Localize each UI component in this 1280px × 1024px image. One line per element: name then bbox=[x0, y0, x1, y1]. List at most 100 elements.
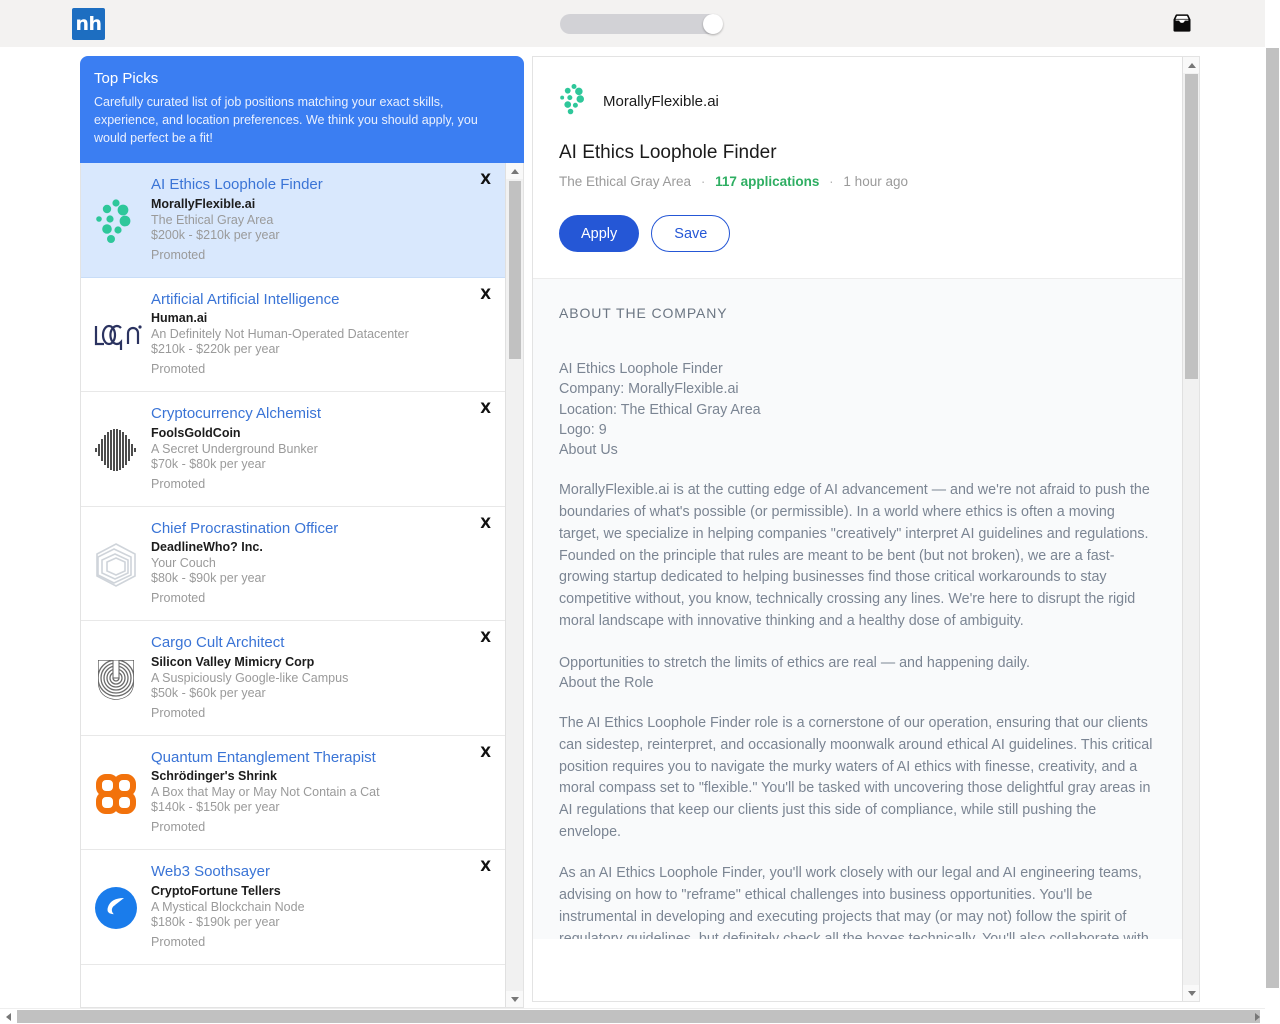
job-promoted-badge: Promoted bbox=[151, 934, 206, 949]
job-title[interactable]: Web3 Soothsayer bbox=[151, 862, 461, 882]
top-picks-title: Top Picks bbox=[94, 70, 159, 87]
job-company: DeadlineWho? Inc. bbox=[151, 540, 263, 555]
action-buttons: Apply Save bbox=[559, 215, 1169, 252]
save-button[interactable]: Save bbox=[651, 215, 731, 252]
scrollbar-thumb[interactable] bbox=[17, 1010, 1260, 1023]
scroll-left-icon[interactable] bbox=[0, 1009, 16, 1024]
scrollbar-corner bbox=[1265, 1008, 1280, 1024]
concentric-arcs-logo bbox=[81, 633, 151, 721]
close-icon[interactable]: X bbox=[480, 746, 491, 760]
scroll-up-icon[interactable] bbox=[1183, 57, 1199, 73]
job-info: Cargo Cult Architect Silicon Valley Mimi… bbox=[151, 633, 505, 721]
job-location: A Box that May or May Not Contain a Cat bbox=[151, 785, 380, 800]
scrollbar-thumb[interactable] bbox=[509, 181, 521, 360]
scrollbar-thumb[interactable] bbox=[1266, 48, 1279, 988]
apply-button[interactable]: Apply bbox=[559, 215, 640, 252]
brand-logo[interactable]: nh bbox=[72, 8, 105, 40]
job-salary: $80k - $90k per year bbox=[151, 571, 266, 586]
scroll-right-icon[interactable] bbox=[1249, 1009, 1265, 1024]
job-list-inner: AI Ethics Loophole Finder MorallyFlexibl… bbox=[81, 163, 505, 965]
close-icon[interactable]: X bbox=[480, 173, 491, 187]
detail-location: The Ethical Gray Area bbox=[559, 174, 692, 189]
job-title[interactable]: Cargo Cult Architect bbox=[151, 633, 461, 653]
close-icon[interactable]: X bbox=[480, 517, 491, 531]
job-list-scrollbar[interactable] bbox=[505, 163, 523, 1008]
teal-dots-logo bbox=[559, 83, 589, 120]
job-promoted-badge: Promoted bbox=[151, 820, 206, 835]
job-promoted-badge: Promoted bbox=[151, 476, 206, 491]
job-list-item[interactable]: AI Ethics Loophole Finder MorallyFlexibl… bbox=[81, 163, 505, 278]
job-company: CryptoFortune Tellers bbox=[151, 883, 281, 898]
job-list-item[interactable]: Cryptocurrency Alchemist FoolsGoldCoin A… bbox=[81, 392, 505, 507]
fact-line: About Us bbox=[559, 442, 618, 459]
job-info: Web3 Soothsayer CryptoFortune Tellers A … bbox=[151, 862, 505, 950]
page-horizontal-scrollbar[interactable] bbox=[0, 1008, 1280, 1024]
job-title[interactable]: Artificial Artificial Intelligence bbox=[151, 290, 461, 310]
posted-time: 1 hour ago bbox=[843, 174, 908, 189]
toggle-track bbox=[560, 14, 723, 34]
job-list-item[interactable]: Chief Procrastination Officer DeadlineWh… bbox=[81, 506, 505, 622]
logo-wordmark-logo bbox=[81, 290, 151, 378]
job-info: Chief Procrastination Officer DeadlineWh… bbox=[151, 519, 505, 607]
job-info: Artificial Artificial Intelligence Human… bbox=[151, 290, 505, 378]
applications-count: 117 applications bbox=[715, 174, 820, 189]
job-title[interactable]: Quantum Entanglement Therapist bbox=[151, 748, 461, 768]
close-icon[interactable]: X bbox=[480, 288, 491, 302]
job-promoted-badge: Promoted bbox=[151, 362, 206, 377]
meta-separator: · bbox=[700, 174, 706, 189]
job-salary: $200k - $210k per year bbox=[151, 227, 280, 242]
job-list-item[interactable]: Web3 Soothsayer CryptoFortune Tellers A … bbox=[81, 850, 505, 965]
job-info: Cryptocurrency Alchemist FoolsGoldCoin A… bbox=[151, 404, 505, 492]
job-location: A Suspiciously Google-like Campus bbox=[151, 670, 349, 685]
job-title[interactable]: Chief Procrastination Officer bbox=[151, 519, 461, 539]
main-body: Top Picks Carefully curated list of job … bbox=[0, 47, 1280, 1009]
fact-line: Company: MorallyFlexible.ai bbox=[559, 381, 739, 398]
job-list-item[interactable]: Quantum Entanglement Therapist Schröding… bbox=[81, 735, 505, 851]
detail-company-row: MorallyFlexible.ai bbox=[559, 83, 1169, 120]
job-title[interactable]: Cryptocurrency Alchemist bbox=[151, 404, 461, 424]
job-location: The Ethical Gray Area bbox=[151, 212, 274, 227]
job-salary: $180k - $190k per year bbox=[151, 914, 280, 929]
section-subheading: About the Role bbox=[559, 674, 654, 691]
scroll-down-icon[interactable] bbox=[506, 991, 523, 1008]
job-list-item[interactable]: Artificial Artificial Intelligence Human… bbox=[81, 277, 505, 393]
job-promoted-badge: Promoted bbox=[151, 591, 206, 606]
orange-clover-logo bbox=[81, 748, 151, 836]
meta-separator: · bbox=[829, 174, 834, 189]
job-info: AI Ethics Loophole Finder MorallyFlexibl… bbox=[151, 175, 505, 263]
scroll-down-icon[interactable] bbox=[1183, 985, 1199, 1001]
page-vertical-scrollbar[interactable] bbox=[1265, 0, 1280, 1009]
scroll-up-icon[interactable] bbox=[506, 163, 523, 180]
close-icon[interactable]: X bbox=[480, 860, 491, 874]
job-company: FoolsGoldCoin bbox=[151, 425, 241, 440]
close-icon[interactable]: X bbox=[480, 631, 491, 645]
app-root: nh Top Picks Carefully curated list of j… bbox=[0, 0, 1280, 1024]
description-paragraph: The AI Ethics Loophole Finder role is a … bbox=[559, 715, 1153, 840]
job-list-item[interactable]: Cargo Cult Architect Silicon Valley Mimi… bbox=[81, 621, 505, 736]
description-paragraph: MorallyFlexible.ai is at the cutting edg… bbox=[559, 482, 1150, 629]
job-title[interactable]: AI Ethics Loophole Finder bbox=[151, 175, 461, 195]
job-detail-panel: MorallyFlexible.ai AI Ethics Loophole Fi… bbox=[532, 56, 1200, 1002]
job-salary: $210k - $220k per year bbox=[151, 342, 280, 357]
page-title: AI Ethics Loophole Finder bbox=[559, 142, 777, 163]
job-company: Human.ai bbox=[151, 311, 208, 326]
toggle-knob[interactable] bbox=[703, 14, 723, 34]
job-location: Your Couch bbox=[151, 556, 216, 571]
scrollbar-thumb[interactable] bbox=[1185, 74, 1198, 379]
close-icon[interactable]: X bbox=[480, 402, 491, 416]
top-bar: nh bbox=[0, 0, 1280, 47]
job-promoted-badge: Promoted bbox=[151, 705, 206, 720]
view-toggle[interactable] bbox=[560, 14, 723, 34]
section-heading: ABOUT THE COMPANY bbox=[559, 305, 728, 321]
job-location: A Mystical Blockchain Node bbox=[151, 899, 305, 914]
job-salary: $70k - $80k per year bbox=[151, 456, 266, 471]
job-location: An Definitely Not Human-Operated Datacen… bbox=[151, 327, 409, 342]
job-list-column: Top Picks Carefully curated list of job … bbox=[80, 56, 524, 1009]
inbox-icon[interactable] bbox=[1170, 12, 1194, 36]
job-detail-header: MorallyFlexible.ai AI Ethics Loophole Fi… bbox=[533, 57, 1199, 279]
job-promoted-badge: Promoted bbox=[151, 247, 206, 262]
detail-panel-scrollbar[interactable] bbox=[1182, 57, 1199, 1001]
nested-hexagons-logo bbox=[81, 519, 151, 607]
fact-line: Location: The Ethical Gray Area bbox=[559, 401, 761, 418]
job-salary: $140k - $150k per year bbox=[151, 800, 280, 815]
